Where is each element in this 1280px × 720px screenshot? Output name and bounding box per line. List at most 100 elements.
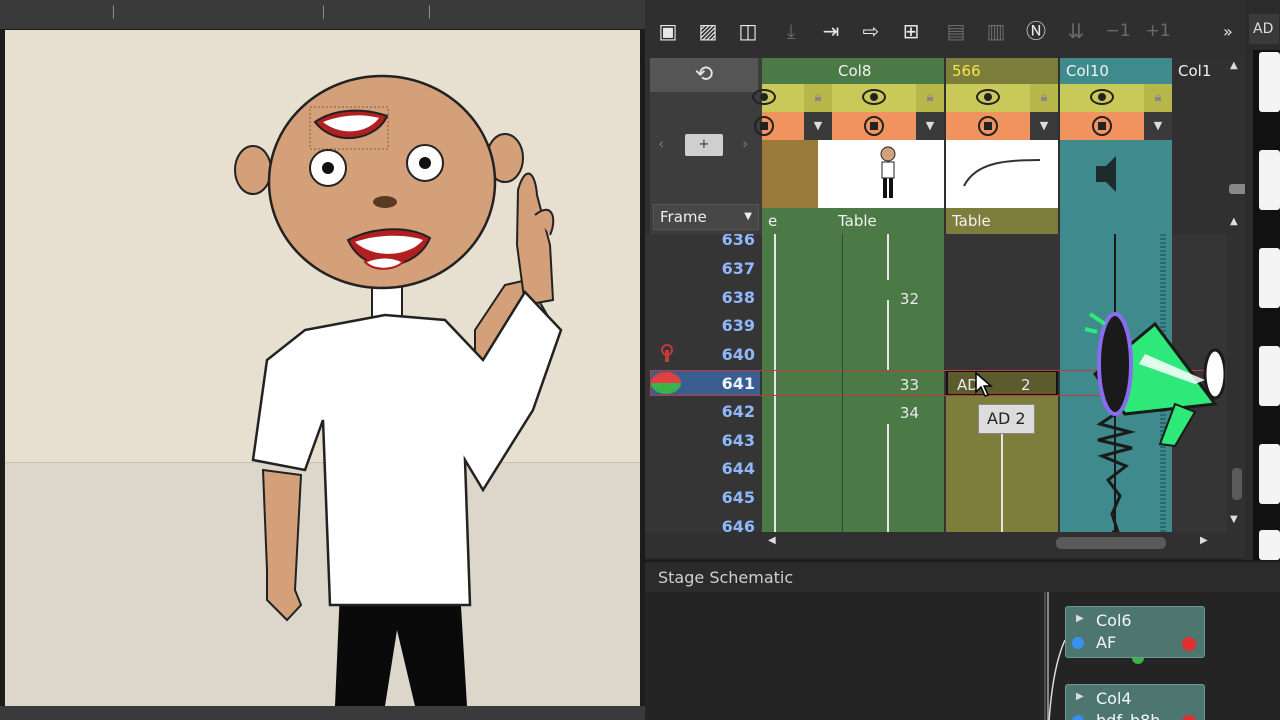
output-port-icon[interactable] <box>1182 637 1196 651</box>
mouse-cursor-icon <box>975 372 993 397</box>
preview-toggle-row[interactable]: 🔒︎ <box>752 84 832 112</box>
camstand-icon[interactable] <box>978 116 998 136</box>
filmstrip-frame[interactable] <box>1259 248 1280 308</box>
cell-value[interactable]: 34 <box>859 404 919 422</box>
lock-icon[interactable]: 🔒︎ <box>1030 84 1058 112</box>
output-port-icon[interactable] <box>1182 715 1196 720</box>
chevron-down-icon[interactable]: ▼ <box>1030 112 1058 140</box>
column-header-col1[interactable]: Col1 <box>1172 58 1227 234</box>
sort-icon[interactable]: ⇊ <box>1063 18 1089 44</box>
eye-icon[interactable] <box>1090 89 1114 105</box>
filmstrip-frame[interactable] <box>1259 444 1280 504</box>
camstand-toggle-row[interactable]: ▼ <box>946 112 1058 140</box>
camstand-toggle-row[interactable]: ▼ <box>754 112 832 140</box>
frame-number[interactable]: 636 <box>701 234 755 258</box>
download-icon[interactable]: ⤓ <box>778 18 804 44</box>
column-type-label: Table <box>838 212 877 230</box>
timer-icon[interactable]: Ⓝ <box>1023 18 1049 44</box>
expand-arrow-icon[interactable]: ▶ <box>1076 691 1084 702</box>
lock-icon[interactable]: 🔒︎ <box>1144 84 1172 112</box>
frame-display-select[interactable]: Frame ▼ <box>653 204 759 230</box>
step-forward-button[interactable]: +1 <box>1145 18 1171 44</box>
step-back-button[interactable]: −1 <box>1105 18 1131 44</box>
column-name[interactable]: Col1 <box>1172 58 1227 84</box>
chevron-down-icon[interactable]: ▼ <box>1144 112 1172 140</box>
dock-tab[interactable]: AD <box>1249 14 1279 44</box>
camstand-toggle-row[interactable]: ▼ <box>1060 112 1172 140</box>
new-level-icon[interactable]: ▣ <box>655 18 681 44</box>
frame-number[interactable]: 638 <box>701 288 755 316</box>
schematic-node-col4[interactable]: ▶ Col4 bdf_b8h <box>1065 684 1205 720</box>
column-type-label <box>1060 208 1172 234</box>
save-all-icon[interactable]: ▥ <box>983 18 1009 44</box>
camstand-icon[interactable] <box>864 116 884 136</box>
input-port-icon[interactable] <box>1072 715 1084 720</box>
camera-toggle-button[interactable]: ⟲ <box>650 58 758 92</box>
zoom-up-icon[interactable]: ▲ <box>1230 216 1238 227</box>
frame-number[interactable]: 637 <box>701 259 755 287</box>
camstand-toggle-row[interactable]: ▼ <box>832 112 944 140</box>
frame-number[interactable]: 645 <box>701 488 755 516</box>
frame-number[interactable]: 644 <box>701 459 755 487</box>
expand-arrow-icon[interactable]: ▶ <box>1076 613 1084 624</box>
vertical-scrollbar[interactable]: ▲ ▲ ▼ <box>1227 58 1251 532</box>
schematic-canvas[interactable]: ▶ Col6 AF ▶ Col4 bdf_b8h <box>645 592 1280 720</box>
input-port-icon[interactable] <box>1072 637 1084 649</box>
toolbar-overflow-button[interactable]: » <box>1223 22 1233 41</box>
camstand-icon[interactable] <box>1092 116 1112 136</box>
preview-toggle-row[interactable]: 🔒︎ <box>946 84 1058 112</box>
filmstrip[interactable] <box>1253 50 1280 560</box>
lock-icon[interactable]: 🔒︎ <box>804 84 832 112</box>
save-icon[interactable]: ▤ <box>943 18 969 44</box>
scroll-left-icon[interactable]: ◀ <box>768 535 776 546</box>
column-name[interactable]: Col8 <box>832 58 944 84</box>
cell-value[interactable]: 32 <box>859 290 919 308</box>
prev-arrow-icon[interactable]: ‹ <box>658 134 664 153</box>
right-dock-strip: AD <box>1245 0 1280 560</box>
column-name[interactable]: Col10 <box>1060 58 1172 84</box>
scroll-thumb[interactable] <box>1056 537 1166 549</box>
frame-number[interactable]: 640 <box>701 345 755 373</box>
xsheet-cell-grid[interactable]: 636 637 638 639 640 641 642 643 644 645 … <box>645 234 1227 532</box>
column-header-col8[interactable]: Col8 🔒︎ ▼ Table <box>832 58 944 234</box>
camstand-icon[interactable] <box>754 116 774 136</box>
filmstrip-frame[interactable] <box>1259 346 1280 406</box>
cell-tooltip: AD 2 <box>978 404 1035 434</box>
eye-icon[interactable] <box>976 89 1000 105</box>
column-name[interactable]: 566 <box>946 58 1058 84</box>
horizontal-scrollbar[interactable]: ◀ ▶ <box>760 532 1227 554</box>
column-header-566[interactable]: 566 🔒︎ ▼ Table <box>946 58 1058 234</box>
filmstrip-frame[interactable] <box>1259 150 1280 210</box>
eye-icon[interactable] <box>752 89 776 105</box>
frame-number[interactable]: 639 <box>701 316 755 344</box>
frame-number[interactable]: 642 <box>701 402 755 430</box>
export-icon[interactable]: ⇨ <box>858 18 884 44</box>
scroll-down-icon[interactable]: ▼ <box>1230 514 1238 525</box>
add-level-button[interactable]: + <box>685 134 723 156</box>
column-header-col10[interactable]: Col10 🔒︎ ▼ <box>1060 58 1172 234</box>
preview-toggle-row[interactable]: 🔒︎ <box>832 84 944 112</box>
onion-skin-handle-icon[interactable] <box>661 344 673 356</box>
next-arrow-icon[interactable]: › <box>742 134 748 153</box>
lock-icon[interactable]: 🔒︎ <box>916 84 944 112</box>
frame-number[interactable]: 643 <box>701 431 755 459</box>
chevron-down-icon[interactable]: ▼ <box>916 112 944 140</box>
vector-icon[interactable]: ◫ <box>735 18 761 44</box>
scroll-up-icon[interactable]: ▲ <box>1230 60 1238 71</box>
image-icon[interactable]: ▨ <box>695 18 721 44</box>
frame-number[interactable]: 646 <box>701 517 755 532</box>
filmstrip-frame[interactable] <box>1259 52 1280 112</box>
chevron-down-icon[interactable]: ▼ <box>804 112 832 140</box>
schematic-node-col6[interactable]: ▶ Col6 AF <box>1065 606 1205 658</box>
eye-icon[interactable] <box>862 89 886 105</box>
preview-toggle-row[interactable]: 🔒︎ <box>1060 84 1172 112</box>
import-icon[interactable]: ⇥ <box>818 18 844 44</box>
column-type-label: Table <box>952 212 991 230</box>
character-drawing <box>234 74 563 706</box>
scroll-right-icon[interactable]: ▶ <box>1200 535 1208 546</box>
column-header[interactable]: 🔒︎ ▼ e <box>752 58 832 234</box>
scroll-thumb[interactable] <box>1232 468 1242 500</box>
filmstrip-frame[interactable] <box>1259 530 1280 560</box>
viewer-canvas[interactable] <box>5 30 640 706</box>
schematic-icon[interactable]: ⊞ <box>898 18 924 44</box>
